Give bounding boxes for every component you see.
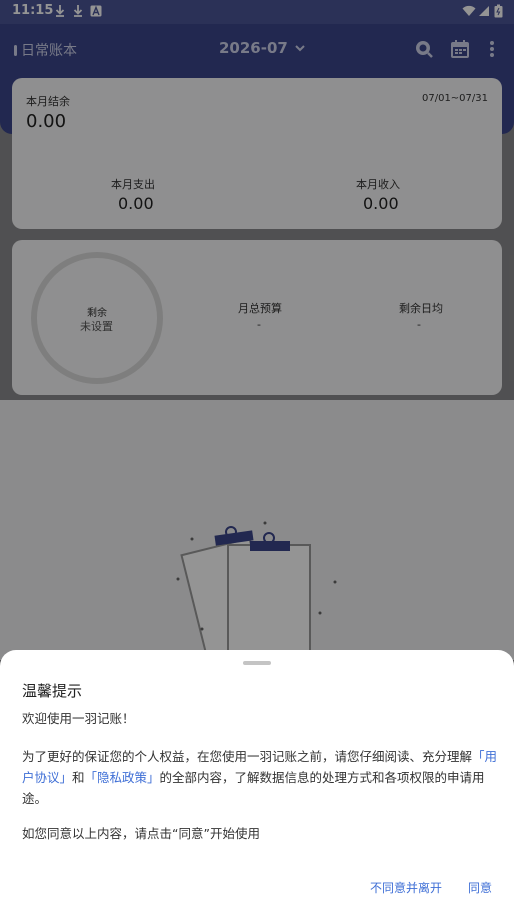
- paragraph-prefix: 为了更好的保证您的个人权益，在您使用一羽记账之前，请您仔细阅读、充分理解: [22, 749, 473, 764]
- total-budget-value: -: [257, 318, 261, 331]
- dialog-title: 温馨提示: [22, 682, 83, 700]
- privacy-paragraph: 为了更好的保证您的个人权益，在您使用一羽记账之前，请您仔细阅读、充分理解「用户协…: [22, 746, 498, 809]
- download-icon: [55, 5, 65, 17]
- more-icon[interactable]: [482, 38, 502, 60]
- month-selector[interactable]: 2026-07: [219, 39, 306, 57]
- agree-button[interactable]: 同意: [468, 879, 492, 896]
- chevron-down-icon: [295, 45, 305, 52]
- drag-handle[interactable]: [243, 661, 271, 665]
- expense-label: 本月支出: [111, 178, 155, 191]
- download-icon: [73, 5, 83, 17]
- a-icon: [90, 5, 102, 17]
- total-budget-label: 月总预算: [238, 302, 282, 315]
- book-selector[interactable]: 日常账本: [14, 40, 77, 60]
- income-label: 本月收入: [356, 178, 400, 191]
- status-time: 11:15: [12, 3, 54, 18]
- consent-text: 如您同意以上内容，请点击“同意”开始使用: [22, 826, 260, 841]
- daily-avg-label: 剩余日均: [399, 302, 443, 315]
- balance-value: 0.00: [26, 111, 67, 132]
- disagree-button[interactable]: 不同意并离开: [370, 879, 442, 896]
- empty-state-area: [0, 400, 514, 665]
- battery-icon: [494, 4, 503, 18]
- book-name: 日常账本: [21, 43, 77, 59]
- and-text: 和: [72, 770, 85, 785]
- clipboard-illustration: [176, 521, 337, 665]
- remaining-label: 剩余: [87, 308, 107, 319]
- income-value: 0.00: [363, 194, 399, 213]
- balance-label: 本月结余: [26, 95, 70, 108]
- calendar-icon[interactable]: [449, 38, 471, 60]
- daily-avg-value: -: [417, 318, 421, 331]
- date-range: 07/01~07/31: [421, 93, 488, 104]
- monthly-summary-card[interactable]: 本月结余 0.00 07/01~07/31 本月支出 0.00 本月收入 0.0…: [12, 78, 502, 229]
- welcome-text: 欢迎使用一羽记账！: [22, 711, 135, 726]
- month-label: 2026-07: [219, 39, 288, 57]
- search-icon[interactable]: [413, 38, 435, 60]
- expense-value: 0.00: [118, 194, 154, 213]
- status-bar: 11:15: [0, 0, 514, 24]
- book-indicator: [14, 44, 17, 56]
- privacy-policy-link[interactable]: 「隐私政策」: [85, 770, 160, 785]
- remaining-value: 未设置: [80, 320, 113, 333]
- budget-card[interactable]: 剩余 未设置 月总预算 - 剩余日均 -: [12, 240, 502, 395]
- privacy-dialog: 温馨提示 欢迎使用一羽记账！ 为了更好的保证您的个人权益，在您使用一羽记账之前，…: [0, 650, 514, 915]
- signal-icon: [479, 6, 489, 16]
- wifi-icon: [462, 5, 476, 16]
